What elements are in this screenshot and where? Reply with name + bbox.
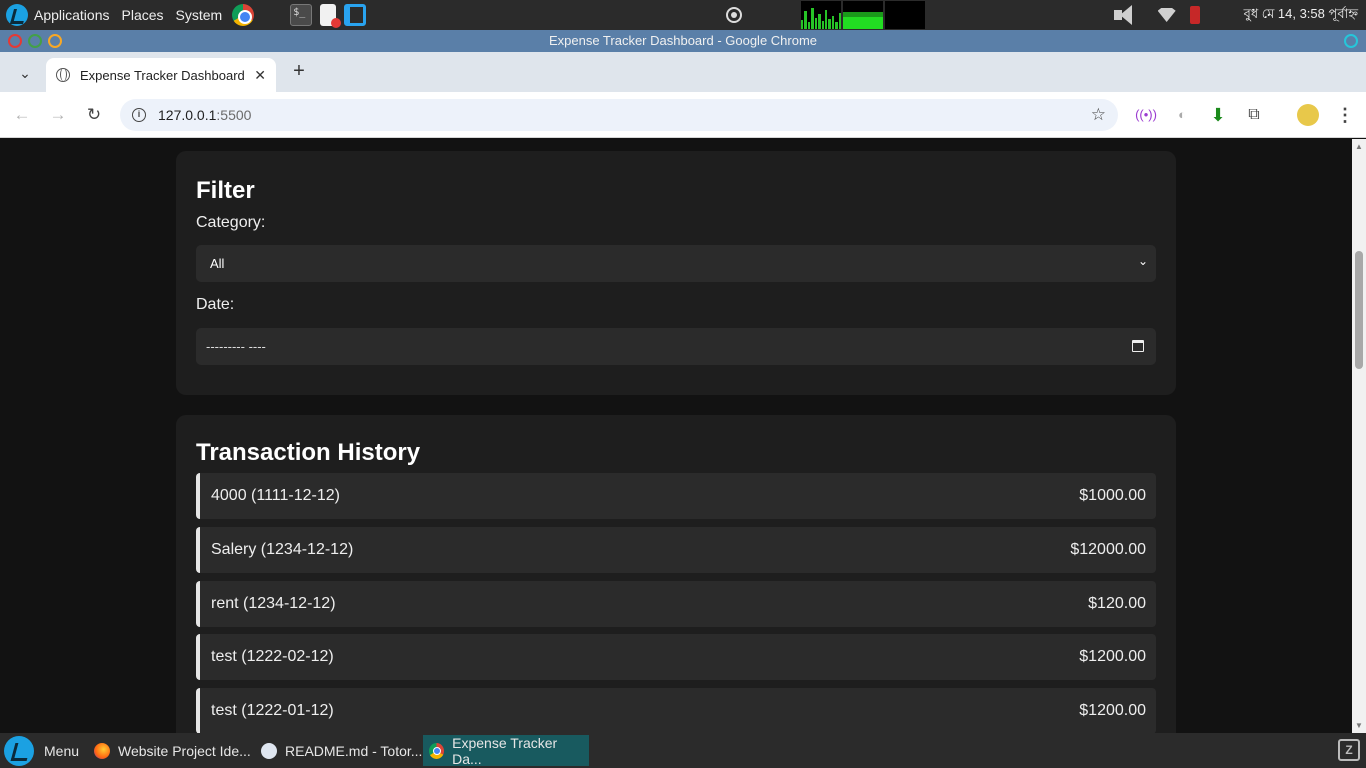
transaction-item[interactable]: test (1222-02-12) $1200.00 (196, 634, 1156, 680)
transaction-item[interactable]: Salery (1234-12-12) $12000.00 (196, 527, 1156, 573)
brightness-icon[interactable] (726, 7, 742, 23)
battery-icon[interactable] (1189, 6, 1200, 24)
forward-button[interactable]: → (47, 104, 69, 126)
window-titlebar[interactable]: Expense Tracker Dashboard - Google Chrom… (0, 30, 1366, 52)
scroll-down-arrow-icon[interactable]: ▼ (1355, 721, 1363, 730)
transaction-amount: $12000.00 (1070, 541, 1146, 558)
reload-button[interactable]: ↻ (83, 104, 105, 126)
transaction-amount: $1200.00 (1079, 648, 1146, 665)
transaction-description: rent (1234-12-12) (211, 595, 336, 612)
filter-heading: Filter (196, 177, 255, 204)
date-label: Date: (196, 296, 235, 313)
chevron-down-icon: ⌄ (1137, 254, 1148, 268)
tab-title: Expense Tracker Dashboard (80, 67, 245, 83)
extension-puzzle-grey-icon[interactable]: ◐ (1171, 104, 1193, 126)
window-menu-button[interactable] (1344, 34, 1358, 48)
window-title: Expense Tracker Dashboard - Google Chrom… (548, 33, 818, 48)
page-scrollbar[interactable]: ▲ ▼ (1352, 139, 1366, 733)
extensions-icon[interactable]: ⧉ (1243, 104, 1265, 126)
taskbar-item-readme[interactable]: README.md - Totor... (255, 735, 428, 766)
applications-label: Applications (34, 7, 110, 23)
url-port: :5500 (216, 107, 252, 123)
volume-icon[interactable] (1113, 4, 1144, 26)
filter-card: Filter Category: All ⌄ Date: --------- -… (176, 151, 1176, 395)
site-info-icon[interactable]: i (132, 108, 146, 122)
browser-toolbar: ← → ↻ i 127.0.0.1:5500 ☆ ((•)) ◐ ⬇ ⧉ (0, 92, 1366, 138)
transaction-amount: $1000.00 (1079, 487, 1146, 504)
transaction-history-card: Transaction History 4000 (1111-12-12) $1… (176, 415, 1176, 733)
places-menu[interactable]: Places (116, 0, 170, 30)
category-label: Category: (196, 214, 266, 231)
firefox-icon (94, 742, 110, 759)
system-menu[interactable]: System (170, 0, 229, 30)
address-bar[interactable]: i 127.0.0.1:5500 ☆ (120, 99, 1118, 131)
profile-avatar[interactable] (1297, 104, 1319, 126)
tab-close-button[interactable]: ✕ (254, 67, 266, 84)
system-tray: বুধ মে 14, 3:58 পূর্বাহ্ন (1113, 0, 1366, 30)
transaction-description: test (1222-02-12) (211, 648, 334, 665)
transaction-item[interactable]: rent (1234-12-12) $120.00 (196, 581, 1156, 627)
chrome-menu-icon[interactable]: ⋮ (1336, 104, 1354, 126)
distro-logo-icon (4, 736, 34, 766)
distro-logo-icon (6, 4, 28, 26)
date-placeholder: --------- ---- (206, 339, 266, 354)
network-monitor-graph[interactable] (885, 1, 925, 29)
applications-menu[interactable]: Applications (0, 0, 116, 30)
scroll-up-arrow-icon[interactable]: ▲ (1355, 142, 1363, 151)
history-heading: Transaction History (196, 439, 421, 466)
taskbar-menu-label: Menu (44, 743, 80, 759)
taskbar-item-label: README.md - Totor... (285, 742, 423, 759)
scrollbar-thumb[interactable] (1355, 251, 1363, 369)
transaction-description: 4000 (1111-12-12) (211, 487, 340, 504)
taskbar: Menu Website Project Ide... README.md - … (0, 733, 1366, 768)
tab-search-button[interactable]: ⌄ (14, 62, 36, 84)
taskbar-item-label: Website Project Ide... (118, 742, 251, 759)
wifi-icon[interactable] (1157, 8, 1176, 22)
globe-icon (56, 68, 70, 82)
chrome-launcher-icon[interactable] (232, 4, 255, 26)
bookmark-star-icon[interactable]: ☆ (1091, 105, 1106, 125)
new-tab-button[interactable]: + (288, 60, 310, 82)
taskbar-item-label: Expense Tracker Da... (452, 734, 558, 767)
download-icon[interactable]: ⬇ (1207, 104, 1229, 126)
taskbar-item-chrome[interactable]: Expense Tracker Da... (423, 734, 589, 767)
text-editor-launcher-icon[interactable] (320, 4, 342, 28)
terminal-launcher-icon[interactable]: $_ (290, 4, 313, 26)
category-selected-value: All (210, 256, 225, 271)
transaction-amount: $120.00 (1088, 595, 1146, 612)
clock[interactable]: বুধ মে 14, 3:58 পূর্বাহ্ন (1244, 5, 1358, 26)
transaction-description: Salery (1234-12-12) (211, 541, 354, 558)
transaction-description: test (1222-01-12) (211, 702, 334, 719)
editor-icon (261, 742, 277, 759)
page-viewport: Filter Category: All ⌄ Date: --------- -… (0, 139, 1352, 733)
url-host: 127.0.0.1 (158, 107, 217, 123)
taskbar-item-firefox[interactable]: Website Project Ide... (88, 735, 257, 766)
date-input[interactable]: --------- ---- (196, 328, 1156, 365)
vscode-launcher-icon[interactable] (344, 4, 367, 26)
tab-expense-tracker[interactable]: Expense Tracker Dashboard ✕ (46, 58, 276, 92)
taskbar-menu-button[interactable]: Menu (4, 736, 79, 766)
chrome-icon (429, 742, 445, 759)
back-button[interactable]: ← (11, 104, 33, 126)
workspace-switcher-icon[interactable]: Z (1338, 739, 1360, 761)
transaction-item[interactable]: 4000 (1111-12-12) $1000.00 (196, 473, 1156, 519)
cpu-monitor-graph[interactable] (801, 1, 841, 29)
memory-monitor-graph[interactable] (843, 1, 883, 29)
calendar-icon[interactable] (1132, 340, 1144, 352)
transaction-amount: $1200.00 (1079, 702, 1146, 719)
transaction-item[interactable]: test (1222-01-12) $1200.00 (196, 688, 1156, 733)
tab-strip: ⌄ Expense Tracker Dashboard ✕ + (0, 52, 1366, 92)
cast-extension-icon[interactable]: ((•)) (1135, 104, 1157, 126)
category-select[interactable]: All ⌄ (196, 245, 1156, 282)
